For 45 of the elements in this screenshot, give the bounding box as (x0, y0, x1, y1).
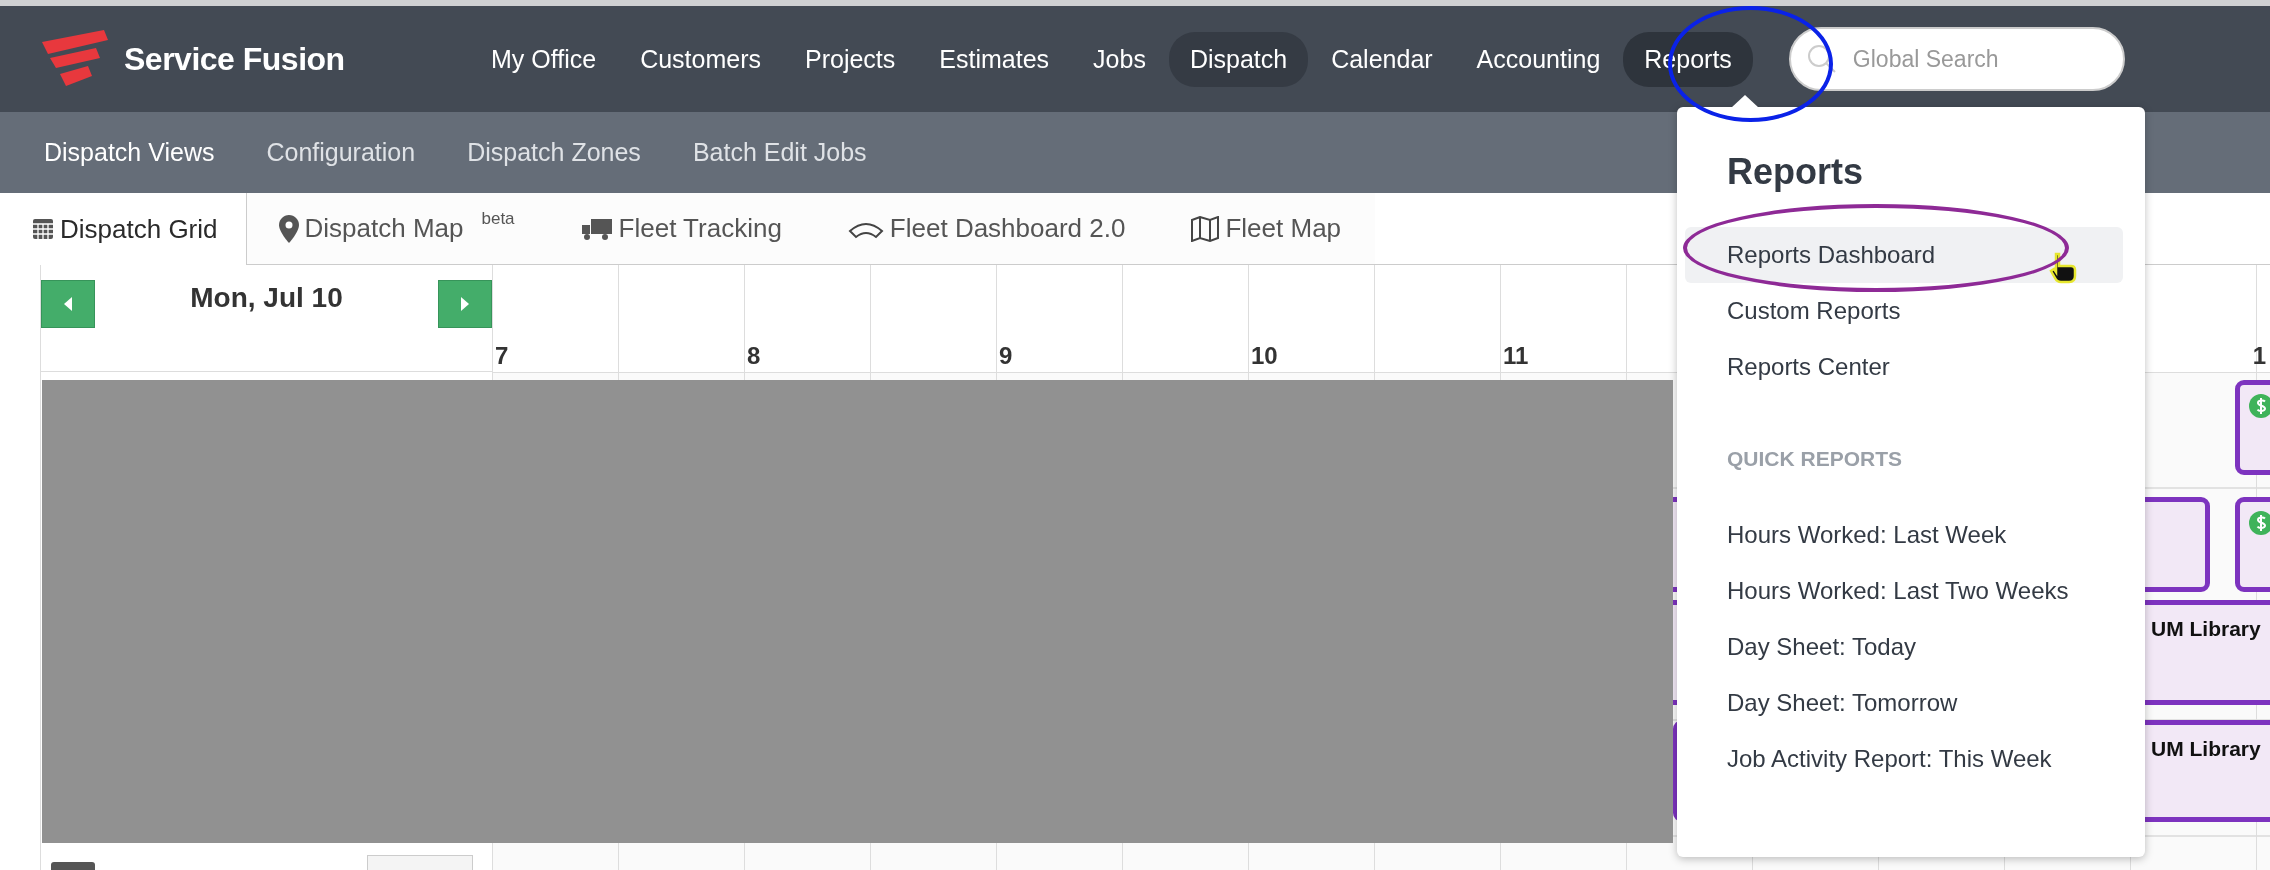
grid-icon (32, 218, 54, 240)
beta-label: beta (481, 209, 515, 229)
hour-label: 10 (1250, 342, 1279, 371)
view-toggle[interactable] (367, 855, 473, 870)
menu-item[interactable]: Day Sheet: Tomorrow (1685, 675, 2123, 731)
sub-nav-link[interactable]: Dispatch Zones (447, 130, 661, 175)
brand-name: Service Fusion (124, 40, 345, 78)
sub-nav-link[interactable]: Dispatch Views (24, 130, 235, 175)
map-pin-icon (278, 214, 299, 243)
date-label: Mon, Jul 10 (189, 282, 344, 314)
menu-title: Reports (1726, 151, 1865, 193)
menu-item[interactable]: Hours Worked: Last Week (1685, 507, 2123, 563)
nav-link[interactable]: Projects (784, 31, 917, 87)
left-triangle-icon (63, 296, 73, 312)
menu-item[interactable]: Reports Dashboard (1685, 227, 2123, 283)
hour-label: 9 (998, 342, 1014, 371)
nav-link[interactable]: My Office (470, 31, 618, 87)
search-icon (1806, 44, 1837, 74)
job-title: UM Library (2151, 737, 2261, 760)
search-field[interactable]: Global Search (1788, 27, 2125, 91)
nav-link[interactable]: Estimates (918, 31, 1071, 87)
nav-link[interactable]: Calendar (1310, 31, 1454, 87)
job-title: UM Library (2151, 617, 2261, 640)
hour-label: 8 (746, 342, 762, 371)
menu-item[interactable]: Hours Worked: Last Two Weeks (1685, 563, 2123, 619)
menu-item[interactable]: Day Sheet: Today (1685, 619, 2123, 675)
next-day-button[interactable] (438, 280, 492, 328)
nav-link[interactable]: Accounting (1455, 31, 1622, 87)
map-icon (1191, 215, 1220, 242)
previous-day-button[interactable] (41, 280, 95, 328)
menu-item[interactable]: Reports Center (1685, 339, 2123, 395)
dollar-icon (2248, 393, 2270, 419)
hour-label: 1 (2251, 342, 2267, 371)
dollar-icon (2248, 510, 2270, 536)
nav-link[interactable]: Jobs (1072, 31, 1167, 87)
hour-label: 7 (494, 342, 510, 371)
nav-link[interactable]: Dispatch (1168, 31, 1309, 87)
menu-item[interactable]: Job Activity Report: This Week (1685, 731, 2123, 787)
sub-nav-link[interactable]: Batch Edit Jobs (672, 130, 887, 175)
truck-icon (580, 216, 613, 241)
nav-link[interactable]: Customers (619, 31, 782, 87)
sub-nav-link[interactable]: Configuration (246, 130, 436, 175)
right-triangle-icon (460, 296, 470, 312)
section-heading: QUICK REPORTS (1726, 447, 1903, 471)
hand-cursor-icon (2048, 252, 2078, 284)
